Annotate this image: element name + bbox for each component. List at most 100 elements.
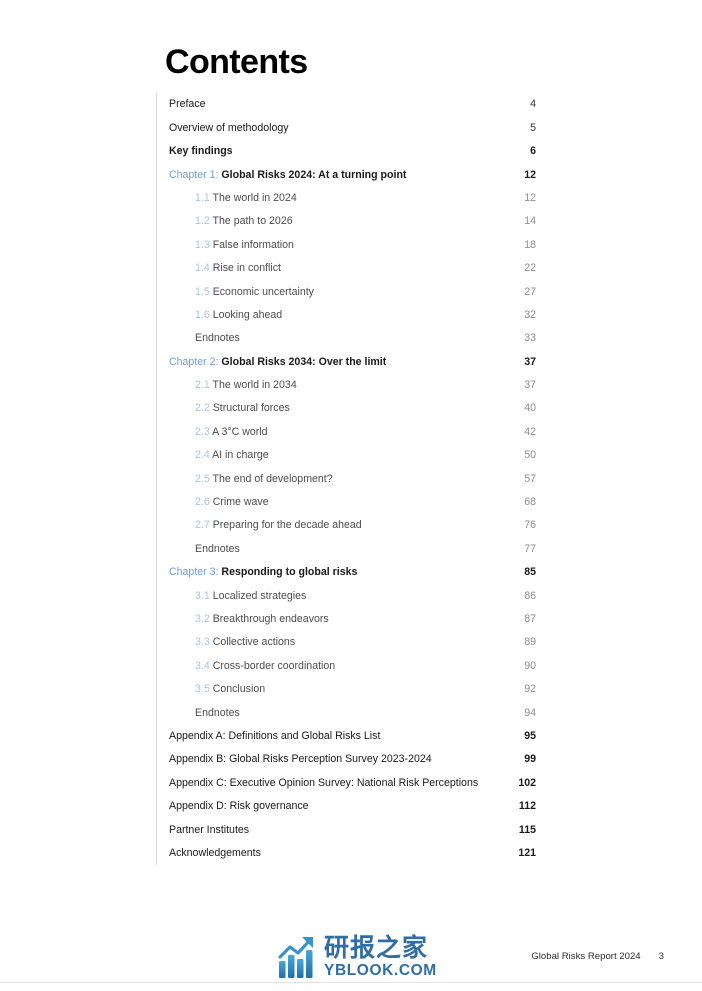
- toc-entry-label: 2.1 The world in 2034: [157, 380, 297, 391]
- toc-entry-page: 121: [518, 846, 536, 859]
- toc-section-number: 3.3: [195, 636, 210, 649]
- toc-subsection-row[interactable]: 2.3 A 3°C world 42: [157, 420, 536, 443]
- toc-chapter-row[interactable]: Chapter 1: Global Risks 2024: At a turni…: [157, 163, 536, 186]
- toc-entry-label: Chapter 2: Global Risks 2034: Over the l…: [157, 355, 387, 368]
- toc-subsection-row[interactable]: 2.4 AI in charge 50: [157, 444, 536, 467]
- toc-entry-text: The path to 2026: [212, 215, 293, 228]
- toc-entry-text: Looking ahead: [212, 308, 283, 321]
- toc-entry-label: 3.5 Conclusion: [157, 684, 265, 695]
- toc-entry-text: Preface: [169, 98, 206, 111]
- toc-subsection-row[interactable]: 2.5 The end of development? 57: [157, 467, 536, 490]
- toc-entry-text: The world in 2024: [212, 191, 297, 204]
- toc-entry-text: Economic uncertainty: [212, 285, 314, 298]
- toc-top-row[interactable]: Key findings 6: [157, 140, 536, 163]
- toc-entry-page: 95: [524, 729, 536, 742]
- toc-subsection-row[interactable]: 3.3 Collective actions 89: [157, 631, 536, 654]
- toc-entry-label: 2.4 AI in charge: [157, 450, 269, 461]
- toc-section-number: 2.6: [195, 496, 210, 509]
- toc-entry-page: 87: [524, 612, 536, 625]
- toc-entry-label: Endnotes: [157, 544, 240, 555]
- toc-subsection-row[interactable]: 3.2 Breakthrough endeavors 87: [157, 608, 536, 631]
- toc-entry-page: 102: [518, 776, 536, 789]
- toc-section-number: 1.3: [195, 238, 210, 251]
- toc-entry-page: 32: [524, 308, 536, 321]
- toc-chapter-row[interactable]: Chapter 2: Global Risks 2034: Over the l…: [157, 350, 536, 373]
- toc-appendix-row[interactable]: Partner Institutes 115: [157, 818, 536, 841]
- toc-entry-text: Conclusion: [212, 683, 266, 696]
- toc-section-number: 1.1: [195, 191, 210, 204]
- toc-subsection-row[interactable]: 1.1 The world in 2024 12: [157, 187, 536, 210]
- toc-subsection-row[interactable]: 3.1 Localized strategies 86: [157, 584, 536, 607]
- toc-subsection-row[interactable]: 1.2 The path to 2026 14: [157, 210, 536, 233]
- toc-entry-label: 2.7 Preparing for the decade ahead: [157, 520, 362, 531]
- toc-chapter-row[interactable]: Chapter 3: Responding to global risks 85: [157, 561, 536, 584]
- toc-entry-text: The end of development?: [212, 472, 333, 485]
- toc-entry-label: 1.1 The world in 2024: [157, 193, 297, 204]
- toc-endnotes-row[interactable]: Endnotes 77: [157, 537, 536, 560]
- toc-chapter-tag: Chapter 3:: [169, 566, 219, 579]
- toc-entry-text: Endnotes: [195, 332, 240, 345]
- toc-entry-text: Cross-border coordination: [212, 659, 336, 672]
- toc-entry-page: 86: [524, 589, 536, 602]
- toc-entry-text: Appendix D: Risk governance: [169, 800, 309, 813]
- toc-subsection-row[interactable]: 2.7 Preparing for the decade ahead 76: [157, 514, 536, 537]
- toc-section-number: 3.2: [195, 612, 210, 625]
- toc-entry-text: Global Risks 2034: Over the limit: [221, 355, 387, 368]
- toc-entry-label: Overview of methodology: [157, 122, 289, 134]
- toc-entry-text: Endnotes: [195, 542, 240, 555]
- toc-endnotes-row[interactable]: Endnotes 94: [157, 701, 536, 724]
- toc-entry-label: Appendix B: Global Risks Perception Surv…: [157, 754, 432, 765]
- toc-entry-page: 68: [524, 496, 536, 509]
- toc-appendix-row[interactable]: Appendix D: Risk governance 112: [157, 795, 536, 818]
- toc-endnotes-row[interactable]: Endnotes 33: [157, 327, 536, 350]
- toc-appendix-row[interactable]: Acknowledgements 121: [157, 842, 536, 865]
- report-title: Global Risks Report 2024: [531, 951, 641, 962]
- toc-subsection-row[interactable]: 2.1 The world in 2034 37: [157, 374, 536, 397]
- toc-entry-text: Localized strategies: [212, 589, 307, 602]
- table-of-contents: Preface 4 Overview of methodology 5 Key find…: [156, 93, 536, 865]
- toc-entry-label: Chapter 3: Responding to global risks: [157, 567, 357, 578]
- toc-entry-label: 3.1 Localized strategies: [157, 589, 307, 602]
- toc-entry-page: 85: [524, 566, 536, 579]
- watermark-cn-name: 研报之家: [324, 933, 429, 963]
- footer-divider: [0, 982, 702, 983]
- toc-entry-text: Appendix A: Definitions and Global Risks…: [169, 729, 381, 742]
- toc-chapter-tag: Chapter 1:: [169, 168, 219, 181]
- toc-top-row[interactable]: Preface 4: [157, 93, 536, 116]
- toc-entry-label: 2.5 The end of development?: [157, 472, 333, 485]
- toc-subsection-row[interactable]: 2.6 Crime wave 68: [157, 491, 536, 514]
- toc-entry-text: Responding to global risks: [221, 566, 358, 579]
- toc-entry-label: 3.2 Breakthrough endeavors: [157, 614, 329, 625]
- toc-entry-page: 57: [524, 472, 536, 485]
- toc-entry-text: Preparing for the decade ahead: [212, 519, 362, 532]
- toc-section-number: 3.4: [195, 659, 210, 672]
- toc-entry-page: 6: [530, 145, 536, 158]
- toc-entry-label: 2.6 Crime wave: [157, 497, 269, 508]
- toc-entry-label: Partner Institutes: [157, 823, 250, 836]
- toc-section-number: 3.5: [195, 683, 210, 696]
- toc-appendix-row[interactable]: Appendix A: Definitions and Global Risks…: [157, 725, 536, 748]
- toc-subsection-row[interactable]: 3.5 Conclusion 92: [157, 678, 536, 701]
- toc-subsection-row[interactable]: 3.4 Cross-border coordination 90: [157, 654, 536, 677]
- toc-entry-page: 94: [524, 706, 536, 719]
- toc-entry-text: Partner Institutes: [169, 823, 250, 836]
- page-title: Contents: [165, 42, 308, 81]
- toc-subsection-row[interactable]: 1.5 Economic uncertainty 27: [157, 280, 536, 303]
- toc-entry-text: Acknowledgements: [169, 846, 261, 859]
- toc-appendix-row[interactable]: Appendix B: Global Risks Perception Surv…: [157, 748, 536, 771]
- toc-entry-label: Key findings: [157, 146, 233, 157]
- toc-top-row[interactable]: Overview of methodology 5: [157, 116, 536, 139]
- toc-subsection-row[interactable]: 1.6 Looking ahead 32: [157, 304, 536, 327]
- bar-chart-growth-icon: [278, 935, 320, 979]
- toc-subsection-row[interactable]: 1.3 False information 18: [157, 233, 536, 256]
- toc-entry-label: Chapter 1: Global Risks 2024: At a turni…: [157, 168, 406, 181]
- toc-entry-page: 12: [524, 168, 536, 181]
- toc-entry-page: 115: [518, 823, 536, 836]
- footer-meta: Global Risks Report 2024 3: [531, 951, 664, 962]
- toc-entry-page: 37: [524, 379, 536, 392]
- toc-entry-page: 77: [524, 542, 536, 555]
- toc-subsection-row[interactable]: 1.4 Rise in conflict 22: [157, 257, 536, 280]
- watermark-logo: 研报之家 YBLOOK.COM: [278, 935, 437, 979]
- toc-appendix-row[interactable]: Appendix C: Executive Opinion Survey: Na…: [157, 771, 536, 794]
- toc-subsection-row[interactable]: 2.2 Structural forces 40: [157, 397, 536, 420]
